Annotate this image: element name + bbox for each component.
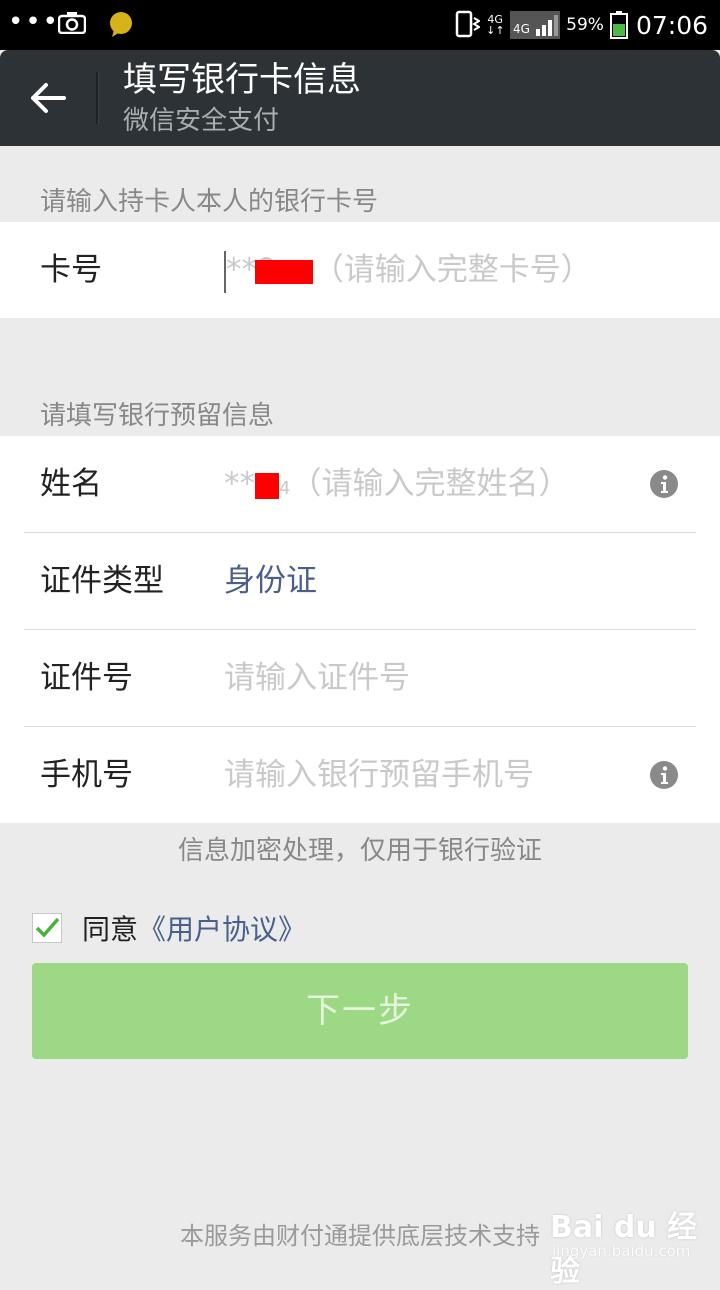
id-number-label: 证件号 <box>40 660 133 696</box>
status-bar: ••• 4G ↓↑ 4G 59% 07:06 <box>0 0 720 50</box>
checkmark-icon <box>35 917 60 938</box>
card-number-row: 卡号 **9 （请输入完整卡号） <box>0 222 720 318</box>
id-number-row: 证件号 请输入证件号 <box>0 630 720 726</box>
id-type-row[interactable]: 证件类型 身份证 <box>0 533 720 629</box>
screenshot-camera-icon <box>58 12 86 34</box>
agreement-text: 同意 <box>82 913 139 946</box>
bank-info-panel: 姓名 ** 4（请输入完整姓名） 证件类型 身份证 证件号 请输入证件号 手机号 … <box>0 436 720 823</box>
name-placeholder: （请输入完整姓名） <box>290 466 570 502</box>
network-type-label: 4G <box>513 22 530 36</box>
next-step-button[interactable]: 下一步 <box>32 963 688 1059</box>
agreement-row: 同意 《用户协议》 <box>32 910 306 946</box>
redaction-mask <box>255 472 279 499</box>
id-type-label: 证件类型 <box>40 563 164 599</box>
more-notifications-icon: ••• <box>8 7 61 37</box>
battery-percent: 59% <box>566 15 604 35</box>
watermark-url: jingyan.baidu.com <box>552 1242 691 1260</box>
chat-notification-icon <box>110 12 132 37</box>
phone-label: 手机号 <box>40 757 133 793</box>
name-suffix: 4 <box>279 478 291 499</box>
agreement-checkbox[interactable] <box>32 913 62 943</box>
phone-info-icon[interactable] <box>650 761 678 789</box>
phone-row: 手机号 请输入银行预留手机号 <box>0 727 720 823</box>
network-type-small: 4G ↓↑ <box>486 13 505 37</box>
encryption-hint: 信息加密处理，仅用于银行验证 <box>177 836 542 866</box>
id-number-input[interactable]: 请输入证件号 <box>224 630 410 726</box>
redaction-mask <box>254 259 313 284</box>
back-button[interactable] <box>0 50 96 146</box>
bank-info-section-label: 请填写银行预留信息 <box>40 401 275 431</box>
card-number-panel: 卡号 **9 （请输入完整卡号） <box>0 222 720 318</box>
phone-input[interactable]: 请输入银行预留手机号 <box>224 727 534 823</box>
header-divider <box>96 72 99 124</box>
clock: 07:06 <box>635 10 708 40</box>
name-label: 姓名 <box>40 466 102 502</box>
id-type-value[interactable]: 身份证 <box>224 533 317 629</box>
vibrate-phone-icon <box>455 10 481 38</box>
name-input[interactable]: ** 4（请输入完整姓名） <box>224 436 569 537</box>
page-title: 填写银行卡信息 <box>123 60 361 100</box>
battery-icon <box>609 11 628 39</box>
name-info-icon[interactable] <box>650 470 678 498</box>
card-number-placeholder: （请输入完整卡号） <box>312 252 592 288</box>
network-type-small-label: 4G <box>487 13 503 26</box>
card-number-input[interactable]: **9 （请输入完整卡号） <box>224 222 592 318</box>
card-section-label: 请输入持卡人本人的银行卡号 <box>40 187 379 217</box>
card-number-label: 卡号 <box>40 252 102 288</box>
app-header: 填写银行卡信息 微信安全支付 <box>0 50 720 146</box>
page-subtitle: 微信安全支付 <box>123 106 280 136</box>
name-prefix: ** <box>224 466 255 502</box>
signal-strength-icon: 4G <box>510 11 561 39</box>
user-agreement-link[interactable]: 《用户协议》 <box>138 908 306 948</box>
name-row: 姓名 ** 4（请输入完整姓名） <box>0 436 720 532</box>
baidu-jingyan-watermark: Bai du 经验 jingyan.baidu.com <box>550 1200 710 1289</box>
footer-text: 本服务由财付通提供底层技术支持 <box>180 1222 540 1250</box>
back-arrow-icon <box>31 83 66 113</box>
